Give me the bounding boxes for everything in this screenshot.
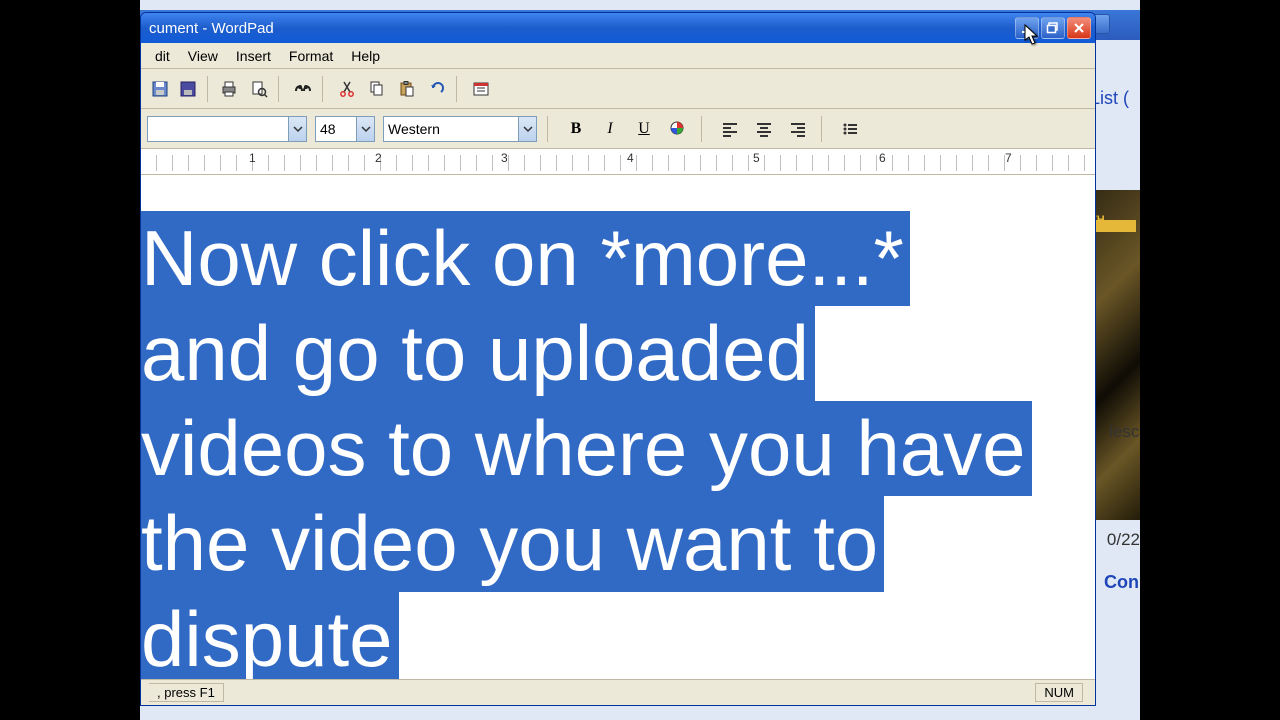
letterbox-right: [1140, 0, 1280, 720]
bold-button[interactable]: B: [563, 116, 589, 142]
restore-icon: [1046, 21, 1060, 35]
align-left-icon: [721, 120, 739, 138]
wordpad-window: cument - WordPad dit View Insert Format …: [140, 12, 1096, 706]
menu-insert[interactable]: Insert: [228, 45, 279, 67]
save-icon: [151, 80, 169, 98]
font-color-button[interactable]: [665, 116, 691, 142]
print-icon: [220, 80, 238, 98]
restore-button[interactable]: [1041, 17, 1065, 39]
copy-button[interactable]: [364, 76, 390, 102]
minimize-icon: [1020, 21, 1034, 35]
doc-line[interactable]: videos to where you have: [141, 401, 1032, 496]
ruler-mark: 2: [375, 151, 382, 165]
font-size-combo[interactable]: 48: [315, 116, 375, 142]
font-size-value: 48: [320, 121, 336, 137]
status-bar: , press F1 NUM: [141, 679, 1095, 705]
underline-button[interactable]: U: [631, 116, 657, 142]
doc-line[interactable]: the video you want to: [141, 496, 884, 591]
minimize-button[interactable]: [1015, 17, 1039, 39]
letterbox-left: [0, 0, 140, 720]
standard-toolbar: [141, 69, 1095, 109]
align-left-button[interactable]: [717, 116, 743, 142]
align-center-button[interactable]: [751, 116, 777, 142]
undo-button[interactable]: [424, 76, 450, 102]
document-area[interactable]: Now click on *more...* and go to uploade…: [141, 175, 1095, 679]
find-button[interactable]: [290, 76, 316, 102]
menubar: dit View Insert Format Help: [141, 43, 1095, 69]
chevron-down-icon: [288, 117, 306, 141]
ruler-mark: 4: [627, 151, 634, 165]
font-script-value: Western: [388, 121, 440, 137]
italic-button[interactable]: I: [597, 116, 623, 142]
preview-icon: [250, 80, 268, 98]
titlebar[interactable]: cument - WordPad: [141, 13, 1095, 43]
ruler-mark: 7: [1005, 151, 1012, 165]
paste-button[interactable]: [394, 76, 420, 102]
print-button[interactable]: [216, 76, 242, 102]
align-right-button[interactable]: [785, 116, 811, 142]
bullets-button[interactable]: [837, 116, 863, 142]
bullets-icon: [841, 120, 859, 138]
font-script-combo[interactable]: Western: [383, 116, 537, 142]
open-save-button[interactable]: [175, 76, 201, 102]
cut-button[interactable]: [334, 76, 360, 102]
close-icon: [1072, 21, 1086, 35]
date-button[interactable]: [468, 76, 494, 102]
date-icon: [472, 80, 490, 98]
menu-format[interactable]: Format: [281, 45, 341, 67]
cut-icon: [338, 80, 356, 98]
ruler-mark: 1: [249, 151, 256, 165]
copy-icon: [368, 80, 386, 98]
ruler-ticks: [141, 155, 1095, 171]
find-icon: [294, 80, 312, 98]
align-center-icon: [755, 120, 773, 138]
document-text-selection[interactable]: Now click on *more...* and go to uploade…: [141, 211, 1032, 679]
disk-icon: [179, 80, 197, 98]
chevron-down-icon: [518, 117, 536, 141]
undo-icon: [428, 80, 446, 98]
doc-line[interactable]: dispute: [141, 592, 399, 679]
ruler-mark: 3: [501, 151, 508, 165]
paste-icon: [398, 80, 416, 98]
print-preview-button[interactable]: [246, 76, 272, 102]
chevron-down-icon: [356, 117, 374, 141]
color-icon: [669, 120, 687, 138]
menu-view[interactable]: View: [180, 45, 226, 67]
menu-help[interactable]: Help: [343, 45, 388, 67]
format-toolbar: 48 Western B I U: [141, 109, 1095, 149]
align-right-icon: [789, 120, 807, 138]
font-name-combo[interactable]: [147, 116, 307, 142]
doc-line[interactable]: Now click on *more...*: [141, 211, 910, 306]
background-widescreen-label: lescr: [1109, 422, 1140, 442]
status-help-text: , press F1: [149, 683, 224, 702]
doc-line[interactable]: and go to uploaded: [141, 306, 815, 401]
status-num-indicator: NUM: [1035, 683, 1083, 702]
close-button[interactable]: [1067, 17, 1091, 39]
ruler-mark: 5: [753, 151, 760, 165]
ruler-mark: 6: [879, 151, 886, 165]
menu-edit[interactable]: dit: [147, 45, 178, 67]
ruler[interactable]: 1 2 3 4 5 6 7: [141, 149, 1095, 175]
save-button[interactable]: [147, 76, 173, 102]
window-title: cument - WordPad: [149, 20, 274, 37]
background-connect-link[interactable]: Conn: [1104, 572, 1140, 593]
background-time-fragment: 0/22: [1107, 530, 1140, 550]
